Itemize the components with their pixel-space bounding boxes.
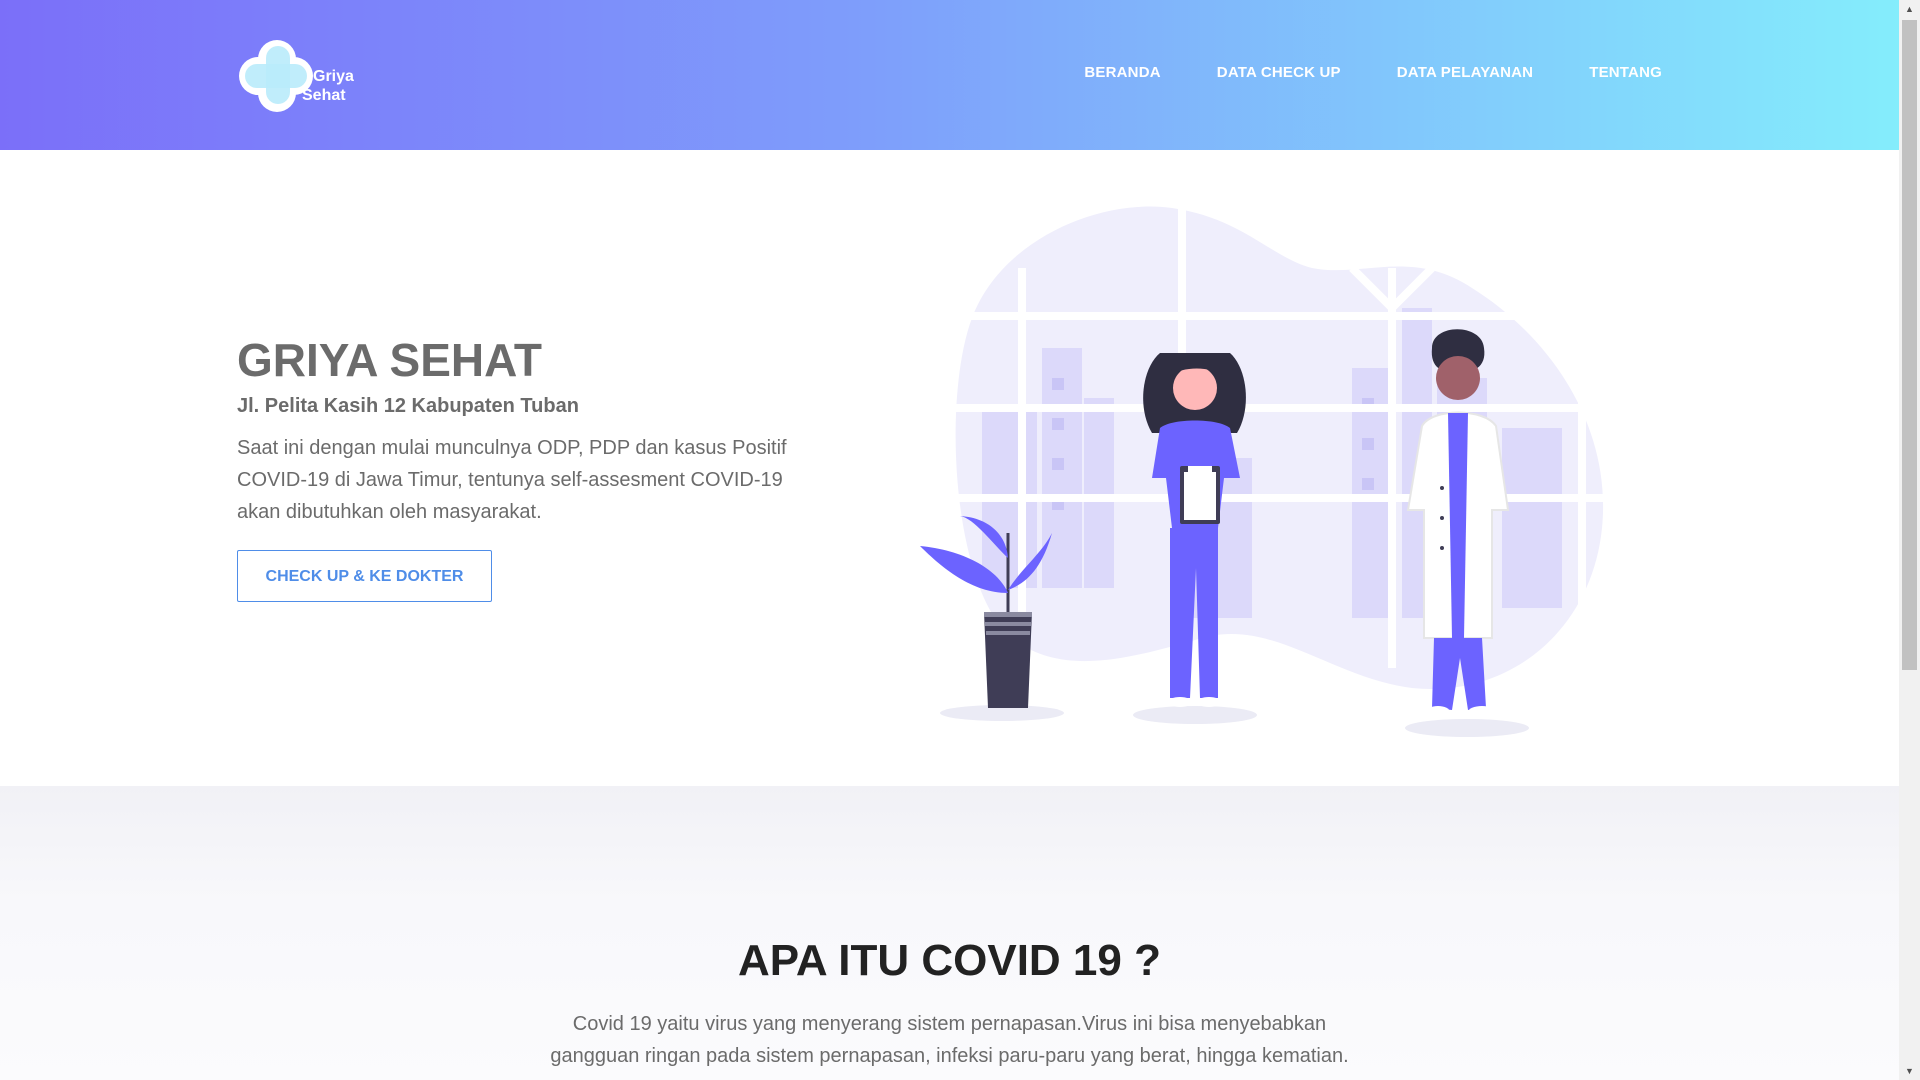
check-up-button[interactable]: CHECK UP & KE DOKTER: [237, 550, 492, 602]
about-covid-title: APA ITU COVID 19 ?: [738, 936, 1161, 985]
brand-logo[interactable]: Griya Sehat: [237, 36, 377, 116]
scroll-thumb[interactable]: [1902, 20, 1917, 670]
nav-item-data-check-up[interactable]: DATA CHECK UP: [1217, 64, 1341, 81]
hero-title: GRIYA SEHAT: [237, 334, 543, 386]
nav-item-tentang[interactable]: TENTANG: [1589, 64, 1662, 81]
nav-item-data-pelayanan[interactable]: DATA PELAYANAN: [1397, 64, 1533, 81]
nav-item-beranda[interactable]: BERANDA: [1084, 64, 1160, 81]
viewport: Griya Sehat BERANDA DATA CHECK UP DATA P…: [0, 0, 1920, 1080]
main-nav: BERANDA DATA CHECK UP DATA PELAYANAN TEN…: [1084, 64, 1662, 81]
brand-line-1: Griya: [313, 68, 354, 85]
hero-text: GRIYA SEHAT Jl. Pelita Kasih 12 Kabupate…: [237, 333, 817, 602]
doctors-illustration: [920, 198, 1632, 737]
brand-line-2: Sehat: [302, 87, 346, 104]
scroll-down-arrow-icon[interactable]: ▼: [1899, 1062, 1920, 1080]
hero-address: Jl. Pelita Kasih 12 Kabupaten Tuban: [237, 395, 579, 417]
about-covid-description: Covid 19 yaitu virus yang menyerang sist…: [0, 1008, 1899, 1072]
about-covid-line-1: Covid 19 yaitu virus yang menyerang sist…: [572, 1013, 1327, 1035]
site-header: Griya Sehat BERANDA DATA CHECK UP DATA P…: [0, 0, 1899, 150]
page: Griya Sehat BERANDA DATA CHECK UP DATA P…: [0, 0, 1899, 1080]
brand-name: Griya Sehat: [302, 67, 354, 105]
scroll-up-arrow-icon[interactable]: ▲: [1899, 0, 1920, 18]
about-covid-section: APA ITU COVID 19 ? Covid 19 yaitu virus …: [0, 786, 1899, 1080]
hero-description: Saat ini dengan mulai munculnya ODP, PDP…: [237, 437, 787, 523]
about-covid-line-2: gangguan ringan pada sistem pernapasan, …: [550, 1045, 1349, 1067]
vertical-scrollbar[interactable]: ▲ ▼: [1899, 0, 1920, 1080]
hero-section: GRIYA SEHAT Jl. Pelita Kasih 12 Kabupate…: [0, 150, 1899, 786]
